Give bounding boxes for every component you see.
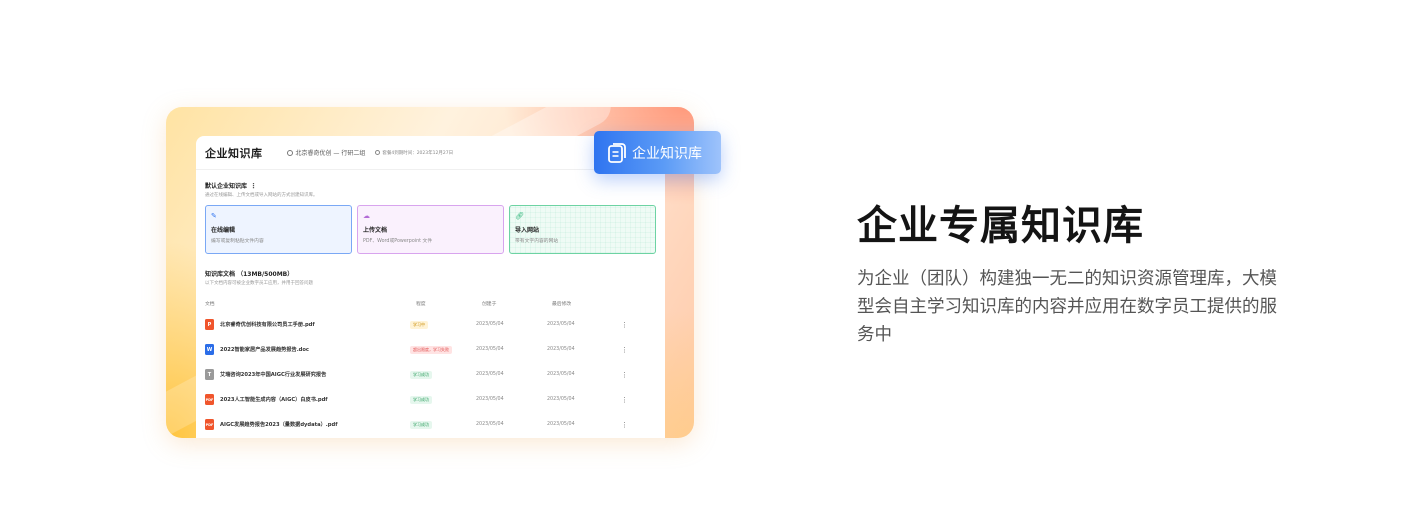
modified-date: 2023/05/04 xyxy=(547,322,575,327)
table-row[interactable]: W 2022智能家居产品发展趋势报告.doc 超出限度，学习失败 2023/05… xyxy=(205,337,635,362)
tile-desc: 带有文字内容的网站 xyxy=(515,239,559,244)
link-icon: 🔗︎ xyxy=(515,212,524,220)
ppt-file-icon: P xyxy=(205,319,214,330)
modified-date: 2023/05/04 xyxy=(547,372,575,377)
tile-import-website[interactable]: 🔗︎ 导入网站 带有文字内容的网站 xyxy=(509,205,656,254)
col-header-status: 程度 xyxy=(416,302,426,307)
team-icon xyxy=(286,149,293,156)
status-badge: 学习中 xyxy=(410,320,428,329)
default-kb-subtitle: 通过在线编辑、上传文档或导入网站的方式创建知识库。 xyxy=(205,193,318,198)
default-kb-title: 默认企业知识库 ⋮ xyxy=(205,181,257,190)
clock-icon xyxy=(375,150,381,155)
status-badge: 超出限度，学习失败 xyxy=(410,345,452,354)
col-header-created: 创建于 xyxy=(482,302,497,307)
text-file-icon: T xyxy=(205,369,214,380)
kb-feature-tag-label: 企业知识库 xyxy=(632,145,702,162)
default-kb-title-text: 默认企业知识库 xyxy=(205,183,248,190)
document-icon xyxy=(608,142,626,163)
modified-date: 2023/05/04 xyxy=(547,397,575,402)
table-row[interactable]: PDF 2023人工智能生成内容（AIGC）白皮书.pdf 学习成功 2023/… xyxy=(205,387,635,412)
row-more-icon[interactable]: ⋮ xyxy=(621,346,628,354)
file-name: 2023人工智能生成内容（AIGC）白皮书.pdf xyxy=(220,397,328,403)
row-more-icon[interactable]: ⋮ xyxy=(621,371,628,379)
word-file-icon: W xyxy=(205,344,214,355)
pdf-file-icon: PDF xyxy=(205,419,214,430)
kb-window-title: 企业知识库 xyxy=(205,146,263,160)
tile-online-edit[interactable]: ✎ 在线编辑 编写或复制粘贴文件内容 xyxy=(205,205,352,254)
docs-subtitle: 以下文档内容可被企业数字员工应用，并用于回答问题 xyxy=(205,281,313,286)
docs-title: 知识库文档 （13MB/500MB） xyxy=(205,271,294,278)
created-date: 2023/05/04 xyxy=(476,347,504,352)
created-date: 2023/05/04 xyxy=(476,397,504,402)
file-name: 艾瑞咨询2023年中国AIGC行业发展研究报告 xyxy=(220,372,327,378)
pen-icon: ✎ xyxy=(211,212,217,220)
col-header-doc: 文档 xyxy=(205,302,215,307)
tile-label: 导入网站 xyxy=(515,227,540,234)
file-name: 北京睿奇优创科技有限公司员工手册.pdf xyxy=(220,322,315,328)
modified-date: 2023/05/04 xyxy=(547,347,575,352)
feature-description: 为企业（团队）构建独一无二的知识资源管理库，大模型会自主学习知识库的内容并应用在… xyxy=(857,269,1277,345)
status-badge: 学习成功 xyxy=(410,420,432,429)
more-icon[interactable]: ⋮ xyxy=(250,182,257,190)
file-name: AIGC发展趋势报告2023（量数据dydata）.pdf xyxy=(220,422,338,428)
row-more-icon[interactable]: ⋮ xyxy=(621,421,628,429)
col-header-modified: 最后修改 xyxy=(552,302,572,307)
feature-headline: 企业专属知识库 xyxy=(857,203,1144,249)
pdf-file-icon: PDF xyxy=(205,394,214,405)
created-date: 2023/05/04 xyxy=(476,322,504,327)
status-badge: 学习成功 xyxy=(410,370,432,379)
cloud-upload-icon: ☁ xyxy=(363,212,370,220)
table-row[interactable]: PDF AIGC发展趋势报告2023（量数据dydata）.pdf 学习成功 2… xyxy=(205,412,635,437)
created-date: 2023/05/04 xyxy=(476,372,504,377)
table-row[interactable]: P 北京睿奇优创科技有限公司员工手册.pdf 学习中 2023/05/04 20… xyxy=(205,312,635,337)
stage: 企业知识库 北京睿奇优创 — 行研二组 套餐4到期时间：2023年12月27日 … xyxy=(0,0,1416,525)
table-row[interactable]: T 艾瑞咨询2023年中国AIGC行业发展研究报告 学习成功 2023/05/0… xyxy=(205,362,635,387)
status-badge: 学习成功 xyxy=(410,395,432,404)
tile-desc: 编写或复制粘贴文件内容 xyxy=(211,239,264,244)
tile-label: 上传文档 xyxy=(363,227,388,234)
tile-desc: PDF、Word或Powerpoint 文件 xyxy=(363,239,433,244)
file-name: 2022智能家居产品发展趋势报告.doc xyxy=(220,347,310,353)
modified-date: 2023/05/04 xyxy=(547,422,575,427)
plan-expiry: 套餐4到期时间：2023年12月27日 xyxy=(375,150,453,156)
row-more-icon[interactable]: ⋮ xyxy=(621,396,628,404)
row-more-icon[interactable]: ⋮ xyxy=(621,321,628,329)
tile-upload-doc[interactable]: ☁ 上传文档 PDF、Word或Powerpoint 文件 xyxy=(357,205,504,254)
org-label: 北京睿奇优创 — 行研二组 xyxy=(295,150,366,157)
tile-label: 在线编辑 xyxy=(211,227,236,234)
created-date: 2023/05/04 xyxy=(476,422,504,427)
kb-feature-tag: 企业知识库 xyxy=(594,131,721,174)
org-selector[interactable]: 北京睿奇优创 — 行研二组 xyxy=(286,148,366,157)
plan-expiry-text: 套餐4到期时间：2023年12月27日 xyxy=(382,150,454,156)
